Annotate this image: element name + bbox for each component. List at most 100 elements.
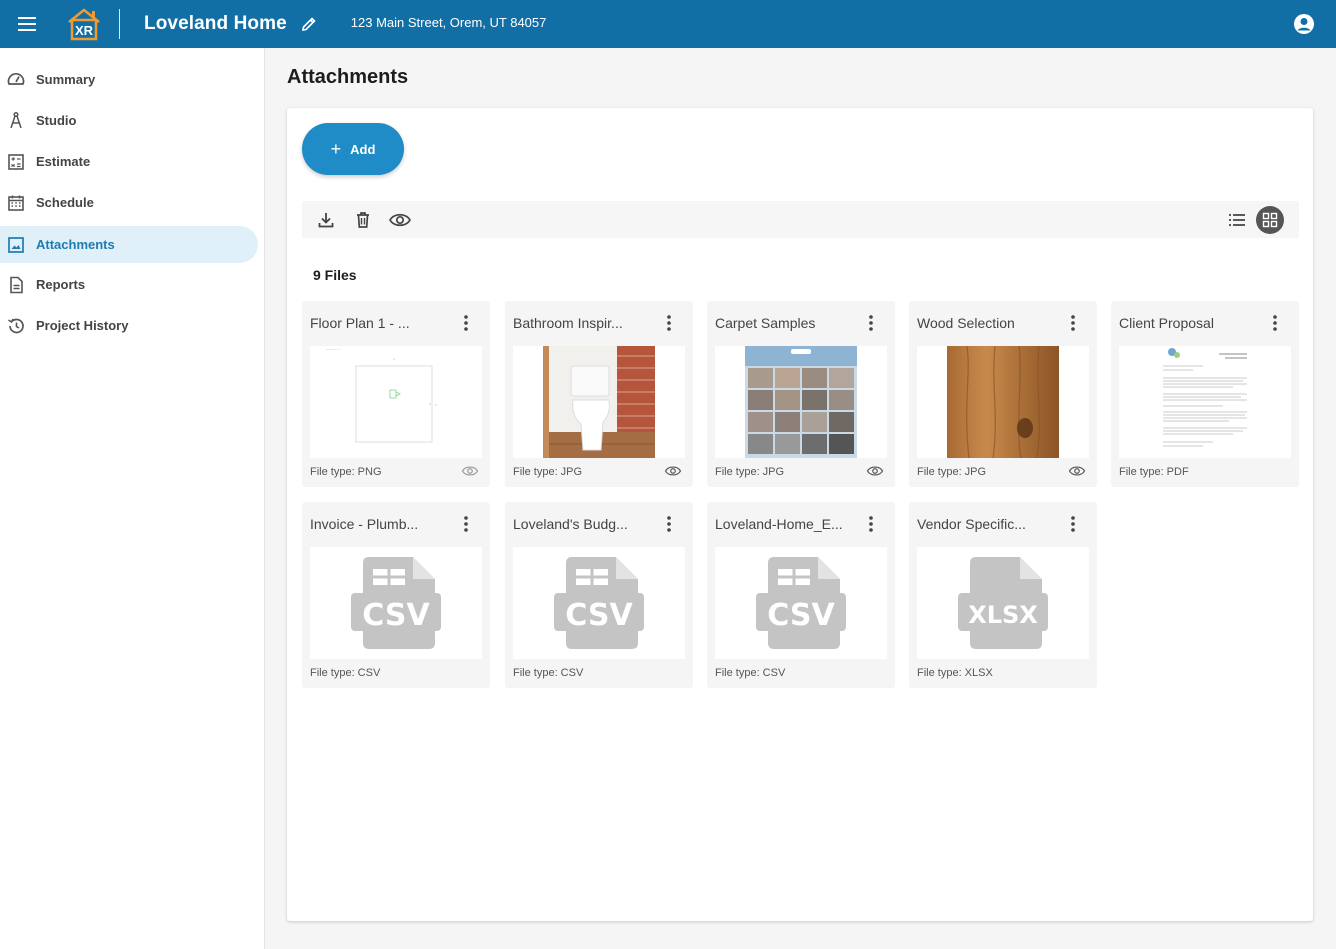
file-card[interactable]: Floor Plan 1 - ... — — — — File type: PN… — [302, 301, 490, 487]
account-icon[interactable] — [1292, 12, 1316, 36]
file-type: File type: CSV — [715, 667, 786, 679]
eye-icon[interactable] — [1067, 463, 1087, 479]
sidebar-item-label: Schedule — [36, 195, 94, 210]
more-vert-icon[interactable] — [456, 313, 476, 333]
more-vert-icon[interactable] — [861, 313, 881, 333]
trash-icon[interactable] — [351, 208, 375, 232]
calendar-icon — [6, 193, 26, 213]
file-card[interactable]: Loveland's Budg... CSV File type: CSV — [505, 502, 693, 688]
compass-icon — [6, 111, 26, 131]
file-card[interactable]: Wood Selection File type: JPG — [909, 301, 1097, 487]
sidebar-item-project-history[interactable]: Project History — [0, 307, 258, 344]
more-vert-icon[interactable] — [456, 514, 476, 534]
file-name: Vendor Specific... — [917, 516, 1026, 532]
carpet-photo — [745, 346, 857, 458]
svg-text:CSV: CSV — [565, 598, 633, 633]
eye-icon[interactable] — [663, 463, 683, 479]
file-card[interactable]: Carpet Samples File type: JPG — [707, 301, 895, 487]
add-button[interactable]: + Add — [302, 123, 404, 175]
bathroom-photo — [543, 346, 655, 458]
eye-icon[interactable] — [460, 463, 480, 479]
sidebar-item-label: Estimate — [36, 154, 91, 169]
sidebar: Summary Studio Estimate Schedule Attachm… — [0, 48, 265, 949]
file-type: File type: CSV — [310, 667, 381, 679]
file-card[interactable]: Vendor Specific... XLSX File type: XLSX — [909, 502, 1097, 688]
project-address: 123 Main Street, Orem, UT 84057 — [350, 14, 547, 30]
sidebar-item-label: Studio — [36, 113, 77, 128]
sidebar-item-label: Reports — [36, 277, 86, 292]
file-type: File type: JPG — [917, 466, 987, 478]
attachments-panel: + Add 9 Files Floor Plan 1 - ... — — — — — [287, 108, 1313, 921]
speedometer-icon — [6, 70, 26, 90]
file-type: File type: PNG — [310, 466, 382, 478]
file-name: Loveland-Home_E... — [715, 516, 843, 532]
sidebar-item-label: Project History — [36, 318, 129, 333]
file-type: File type: PDF — [1119, 466, 1189, 478]
more-vert-icon[interactable] — [1063, 313, 1083, 333]
file-toolbar — [302, 201, 1299, 238]
file-thumbnail — [917, 346, 1089, 458]
sidebar-item-attachments[interactable]: Attachments — [0, 226, 258, 263]
file-type: File type: JPG — [715, 466, 785, 478]
file-thumbnail — [715, 346, 887, 458]
file-type: File type: CSV — [513, 667, 584, 679]
svg-text:CSV: CSV — [767, 598, 835, 633]
sidebar-item-summary[interactable]: Summary — [0, 61, 258, 98]
file-thumbnail — [1119, 346, 1291, 458]
pencil-icon[interactable] — [299, 14, 319, 34]
sidebar-item-label: Attachments — [36, 237, 115, 252]
svg-text:XLSX: XLSX — [968, 601, 1038, 629]
csv-file-icon: CSV — [310, 547, 482, 659]
sidebar-item-schedule[interactable]: Schedule — [0, 184, 258, 221]
sidebar-item-studio[interactable]: Studio — [0, 102, 258, 139]
eye-icon[interactable] — [388, 208, 412, 232]
document-icon — [6, 275, 26, 295]
list-view-icon[interactable] — [1225, 208, 1249, 232]
download-icon[interactable] — [314, 208, 338, 232]
eye-icon[interactable] — [865, 463, 885, 479]
grid-view-icon[interactable] — [1256, 206, 1284, 234]
file-card[interactable]: Bathroom Inspir... File type: JPG — [505, 301, 693, 487]
file-card[interactable]: Client Proposal File type: PDF — [1111, 301, 1299, 487]
more-vert-icon[interactable] — [1265, 313, 1285, 333]
file-name: Floor Plan 1 - ... — [310, 315, 410, 331]
file-name: Loveland's Budg... — [513, 516, 628, 532]
more-vert-icon[interactable] — [659, 313, 679, 333]
file-name: Wood Selection — [917, 315, 1015, 331]
menu-icon[interactable] — [0, 0, 56, 48]
svg-text:CSV: CSV — [362, 598, 430, 633]
svg-text:— — — —: — — — — — [326, 347, 341, 351]
plus-icon: + — [330, 139, 342, 159]
file-thumbnail: — — — — — [310, 346, 482, 458]
image-icon — [6, 235, 26, 255]
more-vert-icon[interactable] — [659, 514, 679, 534]
xlsx-file-icon: XLSX — [917, 547, 1089, 659]
file-name: Bathroom Inspir... — [513, 315, 623, 331]
page-title: Attachments — [287, 66, 409, 88]
sidebar-item-estimate[interactable]: Estimate — [0, 143, 258, 180]
csv-file-icon: CSV — [513, 547, 685, 659]
more-vert-icon[interactable] — [1063, 514, 1083, 534]
file-count: 9 Files — [313, 267, 357, 283]
sidebar-item-reports[interactable]: Reports — [0, 266, 258, 303]
sidebar-item-label: Summary — [36, 72, 96, 87]
add-button-label: Add — [350, 141, 376, 157]
calculator-icon — [6, 152, 26, 172]
file-card[interactable]: Loveland-Home_E... CSV File type: CSV — [707, 502, 895, 688]
file-card[interactable]: Invoice - Plumb... CSV File type: CSV — [302, 502, 490, 688]
csv-file-icon: CSV — [715, 547, 887, 659]
file-thumbnail — [513, 346, 685, 458]
project-title: Loveland Home — [144, 13, 287, 34]
header-divider — [119, 9, 120, 39]
history-icon — [6, 316, 26, 336]
svg-text:XR: XR — [75, 23, 94, 38]
file-type: File type: JPG — [513, 466, 583, 478]
more-vert-icon[interactable] — [861, 514, 881, 534]
file-name: Carpet Samples — [715, 315, 816, 331]
file-name: Client Proposal — [1119, 315, 1214, 331]
top-app-bar: XR Loveland Home 123 Main Street, Orem, … — [0, 0, 1336, 48]
file-type: File type: XLSX — [917, 667, 993, 679]
wood-photo — [947, 346, 1059, 458]
file-name: Invoice - Plumb... — [310, 516, 419, 532]
xr-logo[interactable]: XR — [66, 6, 102, 42]
